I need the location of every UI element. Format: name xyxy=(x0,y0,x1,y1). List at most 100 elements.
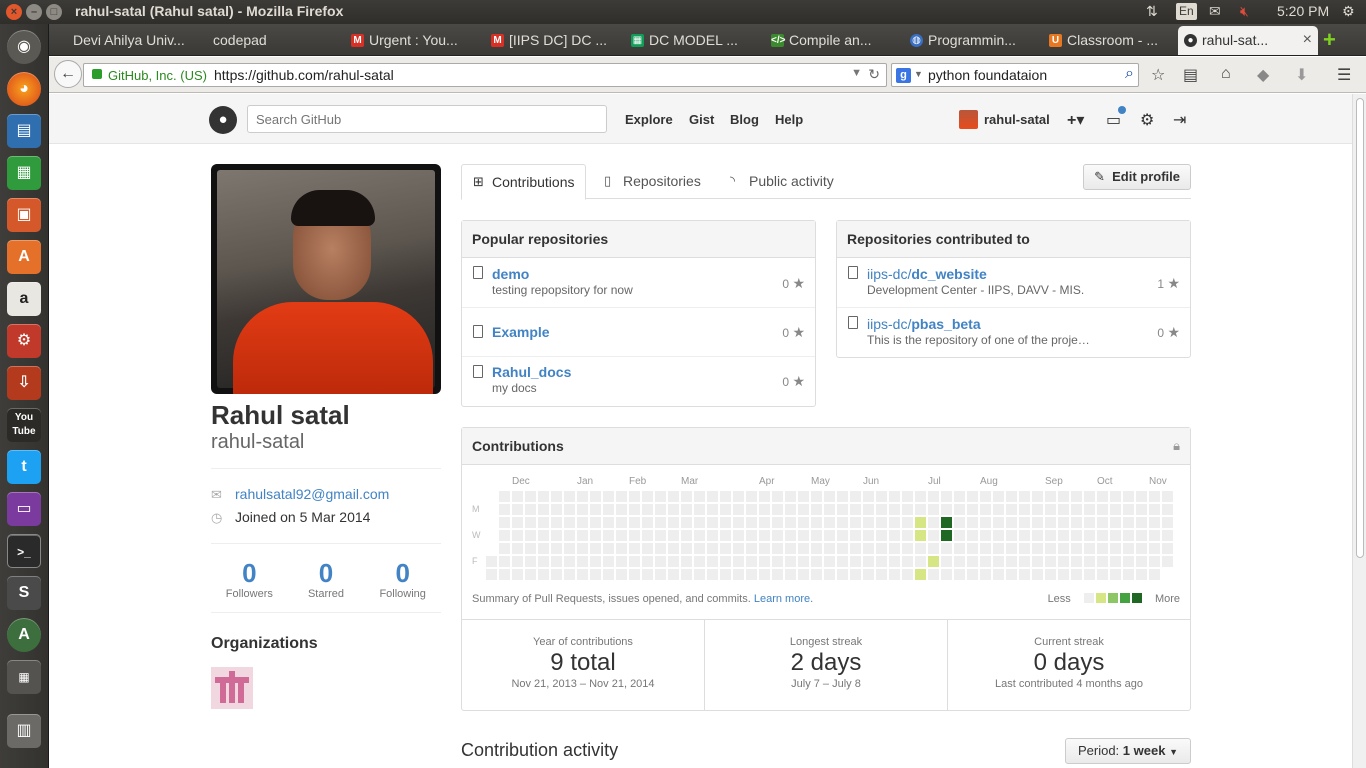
calendar-day[interactable] xyxy=(551,569,562,580)
calendar-day[interactable] xyxy=(928,569,939,580)
calendar-day[interactable] xyxy=(603,491,614,502)
repo-name[interactable]: Example xyxy=(492,324,815,340)
calendar-day[interactable] xyxy=(538,543,549,554)
calendar-day[interactable] xyxy=(642,543,653,554)
calendar-day[interactable] xyxy=(1162,491,1173,502)
calendar-day[interactable] xyxy=(616,543,627,554)
calendar-day[interactable] xyxy=(928,530,939,541)
calendar-day[interactable] xyxy=(915,543,926,554)
tab-contributions[interactable]: ⊞ Contributions xyxy=(461,164,586,200)
calendar-day[interactable] xyxy=(837,569,848,580)
calendar-day[interactable] xyxy=(512,491,523,502)
workspace-switcher-icon[interactable]: ▦ xyxy=(7,660,41,694)
calendar-day[interactable] xyxy=(1071,504,1082,515)
calendar-day[interactable] xyxy=(889,569,900,580)
media-player-icon[interactable]: ▭ xyxy=(7,492,41,526)
calendar-day[interactable] xyxy=(941,556,952,567)
calendar-day[interactable] xyxy=(902,517,913,528)
home-icon[interactable]: ⌂ xyxy=(1221,65,1231,83)
calendar-day[interactable] xyxy=(772,556,783,567)
calendar-day[interactable] xyxy=(577,491,588,502)
calendar-day[interactable] xyxy=(902,504,913,515)
calendar-day[interactable] xyxy=(941,569,952,580)
calendar-day[interactable] xyxy=(798,504,809,515)
calendar-day[interactable] xyxy=(551,530,562,541)
calendar-day[interactable] xyxy=(980,569,991,580)
calendar-day[interactable] xyxy=(681,504,692,515)
calendar-day[interactable] xyxy=(902,569,913,580)
profile-photo[interactable] xyxy=(211,164,441,394)
calendar-day[interactable] xyxy=(1136,543,1147,554)
clock[interactable]: 5:20 PM xyxy=(1277,3,1329,19)
repo-item[interactable]: iips-dc/dc_website Development Center - … xyxy=(837,258,1190,308)
calendar-day[interactable] xyxy=(941,543,952,554)
calendar-day[interactable] xyxy=(980,530,991,541)
calendar-day[interactable] xyxy=(538,491,549,502)
calendar-day[interactable] xyxy=(1097,517,1108,528)
calendar-day[interactable] xyxy=(1019,569,1030,580)
calendar-day[interactable] xyxy=(759,491,770,502)
calendar-day[interactable] xyxy=(603,556,614,567)
calendar-day[interactable] xyxy=(759,504,770,515)
calendar-day[interactable] xyxy=(850,569,861,580)
calendar-day[interactable] xyxy=(993,543,1004,554)
calendar-day[interactable] xyxy=(655,556,666,567)
calendar-day[interactable] xyxy=(1019,517,1030,528)
calendar-day[interactable] xyxy=(850,517,861,528)
calendar-day[interactable] xyxy=(1058,530,1069,541)
calendar-day[interactable] xyxy=(707,504,718,515)
calendar-day[interactable] xyxy=(681,543,692,554)
calendar-day[interactable] xyxy=(616,530,627,541)
calendar-day[interactable] xyxy=(1123,491,1134,502)
browser-search-input[interactable]: python foundataion xyxy=(928,67,1047,83)
calendar-day[interactable] xyxy=(707,517,718,528)
download-manager-icon[interactable]: ⇩ xyxy=(7,366,41,400)
calendar-day[interactable] xyxy=(798,517,809,528)
calendar-day[interactable] xyxy=(668,530,679,541)
url-text[interactable]: https://github.com/rahul-satal xyxy=(214,67,394,83)
calendar-day[interactable] xyxy=(551,556,562,567)
calendar-day[interactable] xyxy=(837,530,848,541)
calendar-day[interactable] xyxy=(850,556,861,567)
calendar-day[interactable] xyxy=(603,530,614,541)
browser-tab[interactable]: M Urgent : You... xyxy=(345,26,485,55)
calendar-day[interactable] xyxy=(1110,491,1121,502)
calendar-day[interactable] xyxy=(850,491,861,502)
settings-gear-icon[interactable]: ⚙ xyxy=(1342,3,1355,20)
calendar-day[interactable] xyxy=(811,504,822,515)
calendar-day[interactable] xyxy=(811,517,822,528)
nav-explore[interactable]: Explore xyxy=(625,112,673,127)
calendar-day[interactable] xyxy=(733,569,744,580)
calendar-day[interactable] xyxy=(772,530,783,541)
calendar-day[interactable] xyxy=(902,543,913,554)
calendar-day[interactable] xyxy=(967,569,978,580)
calendar-day[interactable] xyxy=(1097,556,1108,567)
repo-item[interactable]: Rahul_docs my docs 0 ★ xyxy=(462,357,815,406)
calendar-day[interactable] xyxy=(499,556,510,567)
email-link[interactable]: rahulsatal92@gmail.com xyxy=(235,486,389,502)
sync-icon[interactable]: ◆ xyxy=(1257,65,1269,85)
system-settings-icon[interactable]: ⚙ xyxy=(7,324,41,358)
calendar-day[interactable] xyxy=(1136,504,1147,515)
nav-blog[interactable]: Blog xyxy=(730,112,759,127)
calendar-day[interactable] xyxy=(1110,530,1121,541)
calendar-day[interactable] xyxy=(1019,504,1030,515)
calendar-day[interactable] xyxy=(876,569,887,580)
writer-icon[interactable]: ▤ xyxy=(7,114,41,148)
calendar-day[interactable] xyxy=(980,556,991,567)
calendar-day[interactable] xyxy=(941,491,952,502)
calendar-day[interactable] xyxy=(538,569,549,580)
repo-owner[interactable]: iips-dc/ xyxy=(867,316,911,332)
calendar-day[interactable] xyxy=(876,504,887,515)
calendar-day[interactable] xyxy=(538,517,549,528)
sublime-text-icon[interactable]: S xyxy=(7,576,41,610)
calendar-day[interactable] xyxy=(1058,491,1069,502)
calendar-day[interactable] xyxy=(746,517,757,528)
calendar-day[interactable] xyxy=(616,517,627,528)
calendar-day[interactable] xyxy=(967,491,978,502)
maximize-window-button[interactable]: □ xyxy=(46,4,62,20)
calendar-day[interactable] xyxy=(577,556,588,567)
calendar-day[interactable] xyxy=(1110,543,1121,554)
calendar-day[interactable] xyxy=(694,517,705,528)
calendar-day[interactable] xyxy=(785,530,796,541)
